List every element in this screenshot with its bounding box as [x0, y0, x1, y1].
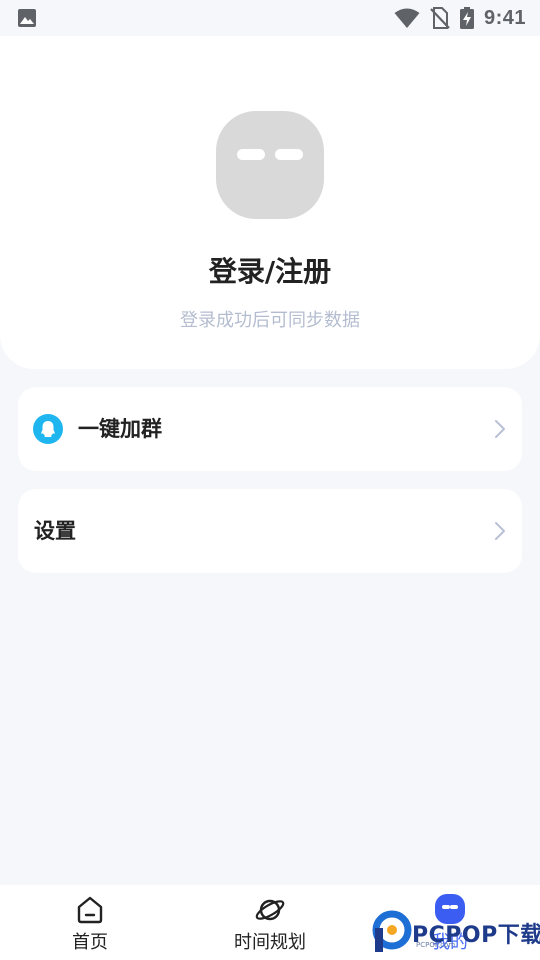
- wifi-icon: [394, 8, 420, 28]
- qq-icon: [33, 414, 63, 444]
- home-icon: [77, 896, 103, 924]
- no-sim-icon: [430, 7, 450, 29]
- join-group-item[interactable]: 一键加群: [18, 387, 522, 471]
- avatar-eye-left: [237, 149, 265, 160]
- avatar-eye-right: [275, 149, 303, 160]
- join-group-label: 一键加群: [78, 417, 162, 441]
- settings-label: 设置: [34, 519, 76, 543]
- profile-header[interactable]: 登录/注册 登录成功后可同步数据: [0, 36, 540, 369]
- login-hint: 登录成功后可同步数据: [180, 310, 360, 331]
- tab-time-planning[interactable]: 时间规划: [210, 885, 330, 960]
- watermark-small: PCPOP.com: [416, 941, 456, 949]
- battery-charging-icon: [459, 7, 474, 29]
- chevron-right-icon: [495, 420, 505, 438]
- default-avatar-icon[interactable]: [216, 111, 324, 219]
- pcpop-logo-icon: [372, 910, 412, 952]
- gallery-icon: [18, 9, 36, 27]
- status-bar: 9:41: [0, 0, 540, 36]
- login-register-link[interactable]: 登录/注册: [0, 250, 540, 290]
- watermark: PCPOP下载 PCPOP.com: [372, 908, 540, 958]
- status-time: 9:41: [483, 6, 526, 29]
- chevron-right-icon: [495, 522, 505, 540]
- tab-home[interactable]: 首页: [40, 885, 140, 960]
- tab-home-label: 首页: [72, 932, 108, 953]
- planet-icon: [255, 899, 285, 921]
- settings-item[interactable]: 设置: [18, 489, 522, 573]
- tab-time-planning-label: 时间规划: [234, 932, 306, 953]
